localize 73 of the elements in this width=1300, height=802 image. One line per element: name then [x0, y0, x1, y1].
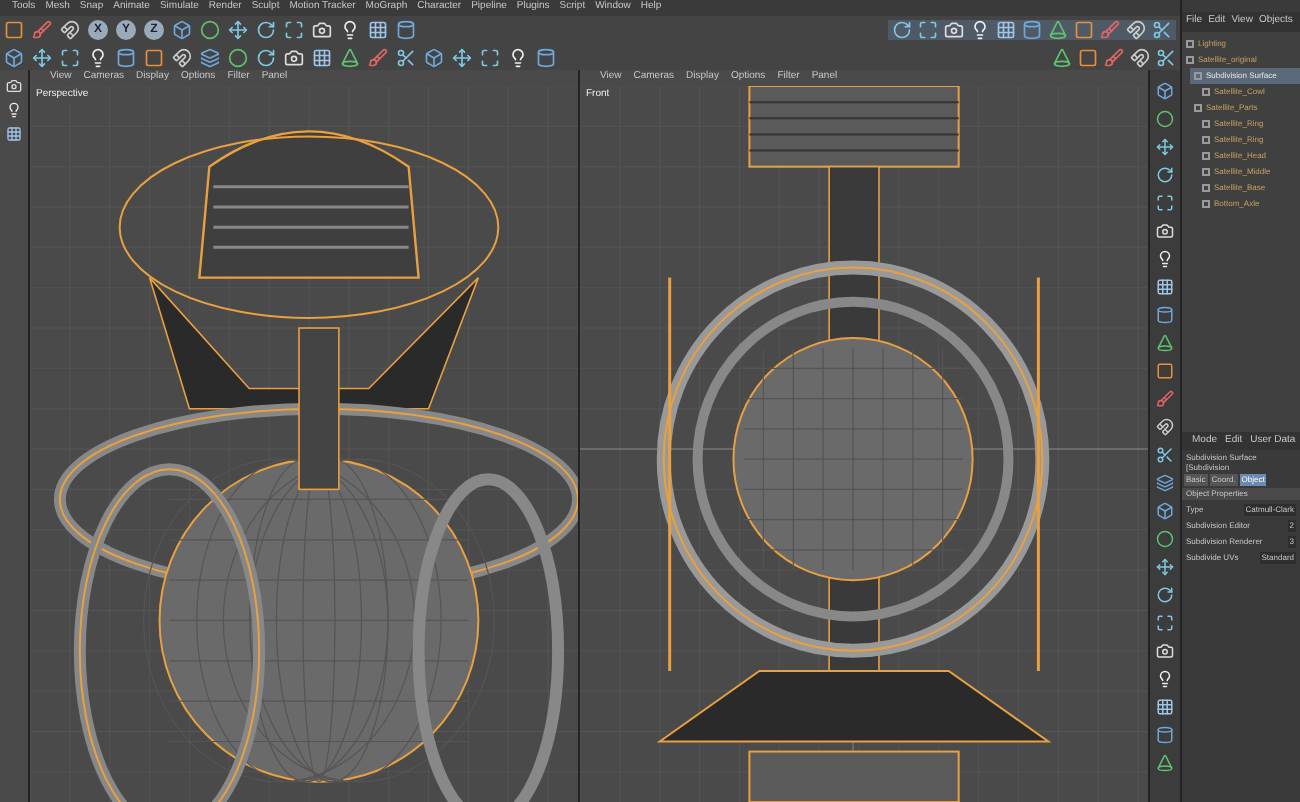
cone-icon[interactable]	[1052, 47, 1072, 67]
camera-icon[interactable]	[944, 20, 964, 40]
scissors-icon[interactable]	[396, 47, 416, 67]
rotate-icon[interactable]	[256, 47, 276, 67]
cone-icon[interactable]	[1156, 334, 1174, 352]
scale-icon[interactable]	[918, 20, 938, 40]
rotate-icon[interactable]	[256, 20, 276, 40]
grid-icon[interactable]	[1156, 698, 1174, 716]
rotate-icon[interactable]	[892, 20, 912, 40]
camera-icon[interactable]	[6, 78, 22, 94]
magnet-icon[interactable]	[172, 47, 192, 67]
layers-icon[interactable]	[200, 47, 220, 67]
move-icon[interactable]	[452, 47, 472, 67]
light-bulb-icon[interactable]	[1156, 670, 1174, 688]
scale-icon[interactable]	[284, 20, 304, 40]
cylinder-icon[interactable]	[116, 47, 136, 67]
camera-icon[interactable]	[1156, 642, 1174, 660]
move-icon[interactable]	[1156, 138, 1174, 156]
scissors-icon[interactable]	[1156, 47, 1176, 67]
magnet-icon[interactable]	[1130, 47, 1150, 67]
grid-icon[interactable]	[996, 20, 1016, 40]
sphere-icon[interactable]	[1156, 110, 1174, 128]
light-bulb-icon[interactable]	[970, 20, 990, 40]
light-bulb-icon[interactable]	[6, 102, 22, 118]
brush-icon[interactable]	[1156, 390, 1174, 408]
layers-icon[interactable]	[1156, 474, 1174, 492]
cylinder-icon[interactable]	[1156, 306, 1174, 324]
cylinder-icon[interactable]	[536, 47, 556, 67]
scale-icon[interactable]	[1156, 194, 1174, 212]
rotate-icon[interactable]	[1156, 586, 1174, 604]
light-bulb-icon[interactable]	[340, 20, 360, 40]
light-bulb-icon[interactable]	[508, 47, 528, 67]
scale-icon[interactable]	[1156, 614, 1174, 632]
scale-icon[interactable]	[480, 47, 500, 67]
sphere-icon[interactable]	[1156, 530, 1174, 548]
square-icon[interactable]	[1156, 362, 1174, 380]
cylinder-icon[interactable]	[1156, 726, 1174, 744]
magnet-icon[interactable]	[1156, 418, 1174, 436]
light-bulb-icon[interactable]	[1156, 250, 1174, 268]
square-icon[interactable]	[144, 47, 164, 67]
cube-icon[interactable]	[424, 47, 444, 67]
scissors-icon[interactable]	[1152, 20, 1172, 40]
scale-icon[interactable]	[60, 47, 80, 67]
cone-icon[interactable]	[340, 47, 360, 67]
brush-icon[interactable]	[32, 20, 52, 40]
square-icon[interactable]	[4, 20, 24, 40]
camera-icon[interactable]	[284, 47, 304, 67]
cube-icon[interactable]	[172, 20, 192, 40]
brush-icon[interactable]	[1104, 47, 1124, 67]
rotate-icon[interactable]	[1156, 166, 1174, 184]
grid-icon[interactable]	[6, 126, 22, 142]
grid-icon[interactable]	[1156, 278, 1174, 296]
move-icon[interactable]	[32, 47, 52, 67]
grid-icon[interactable]	[312, 47, 332, 67]
cylinder-icon[interactable]	[396, 20, 416, 40]
move-icon[interactable]	[228, 20, 248, 40]
cube-icon[interactable]	[1156, 502, 1174, 520]
square-icon[interactable]	[1078, 47, 1098, 67]
cone-icon[interactable]	[1156, 754, 1174, 772]
light-bulb-icon[interactable]	[88, 47, 108, 67]
square-icon[interactable]	[1074, 20, 1094, 40]
magnet-icon[interactable]	[60, 20, 80, 40]
magnet-icon[interactable]	[1126, 20, 1146, 40]
grid-icon[interactable]	[368, 20, 388, 40]
scissors-icon[interactable]	[1156, 446, 1174, 464]
cone-icon[interactable]	[1048, 20, 1068, 40]
cube-icon[interactable]	[1156, 82, 1174, 100]
camera-icon[interactable]	[312, 20, 332, 40]
brush-icon[interactable]	[368, 47, 388, 67]
cube-icon[interactable]	[4, 47, 24, 67]
camera-icon[interactable]	[1156, 222, 1174, 240]
cylinder-icon[interactable]	[1022, 20, 1042, 40]
move-icon[interactable]	[1156, 558, 1174, 576]
